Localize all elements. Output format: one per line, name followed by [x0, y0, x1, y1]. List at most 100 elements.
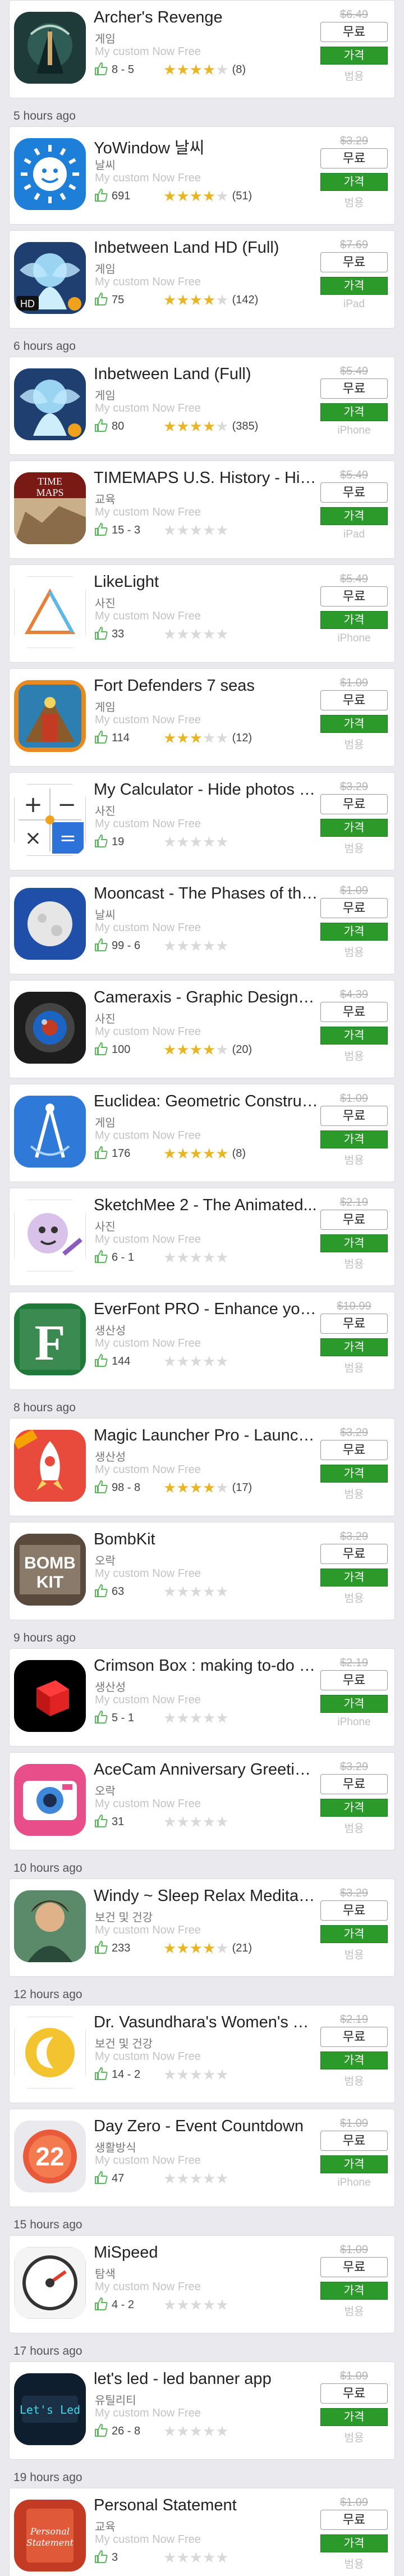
free-button[interactable]: 무료	[320, 1106, 388, 1126]
price-button[interactable]: 가격	[320, 611, 388, 629]
app-title[interactable]: BombKit	[94, 1530, 318, 1549]
free-button[interactable]: 무료	[320, 898, 388, 918]
countdown-22-icon[interactable]: 22	[14, 2121, 86, 2192]
app-card[interactable]: 22 Day Zero - Event Countdown 생활방식 My cu…	[9, 2109, 395, 2207]
free-button[interactable]: 무료	[320, 1544, 388, 1564]
sun-face-icon[interactable]	[14, 138, 86, 210]
free-button[interactable]: 무료	[320, 2383, 388, 2404]
price-button[interactable]: 가격	[320, 1234, 388, 1252]
app-card[interactable]: AceCam Anniversary Greeting... 오락 My cus…	[9, 1752, 395, 1850]
windy-icon[interactable]	[14, 1890, 86, 1962]
free-button[interactable]: 무료	[320, 1670, 388, 1690]
free-button[interactable]: 무료	[320, 22, 388, 42]
price-button[interactable]: 가격	[320, 1925, 388, 1943]
sketch-icon[interactable]	[14, 1200, 86, 1271]
app-card[interactable]: Dr. Vasundhara's Women's Yo... 보건 및 건강 M…	[9, 2005, 395, 2103]
free-button[interactable]: 무료	[320, 586, 388, 607]
app-title[interactable]: Inbetween Land HD (Full)	[94, 239, 318, 257]
free-button[interactable]: 무료	[320, 794, 388, 814]
fairy-icon[interactable]	[14, 368, 86, 440]
app-card[interactable]: Mooncast - The Phases of the... 날씨 My cu…	[9, 876, 395, 974]
camera-lens-icon[interactable]	[14, 992, 86, 1064]
app-card[interactable]: Euclidea: Geometric Construc... 게임 My cu…	[9, 1084, 395, 1182]
app-title[interactable]: MiSpeed	[94, 2244, 318, 2262]
price-button[interactable]: 가격	[320, 715, 388, 733]
rocket-icon[interactable]	[14, 1430, 86, 1502]
app-card[interactable]: Magic Launcher Pro - Launch... 생산성 My cu…	[9, 1418, 395, 1516]
app-title[interactable]: Personal Statement	[94, 2496, 318, 2515]
free-button[interactable]: 무료	[320, 1210, 388, 1230]
free-button[interactable]: 무료	[320, 379, 388, 399]
red-box-icon[interactable]	[14, 1660, 86, 1732]
app-title[interactable]: Fort Defenders 7 seas	[94, 677, 318, 695]
price-button[interactable]: 가격	[320, 1695, 388, 1713]
app-card[interactable]: + − × = My Calculator - Hide photos a... 사진…	[9, 772, 395, 870]
moon-icon[interactable]	[14, 888, 86, 960]
fort-icon[interactable]	[14, 680, 86, 752]
free-button[interactable]: 무료	[320, 1900, 388, 1921]
app-card[interactable]: MiSpeed 탐색 My custom Now Free 4 - 2 ★ ★ ★ ★…	[9, 2235, 395, 2333]
app-card[interactable]: Inbetween Land (Full) 게임 My custom Now F…	[9, 357, 395, 455]
app-title[interactable]: Day Zero - Event Countdown	[94, 2117, 318, 2136]
app-title[interactable]: My Calculator - Hide photos a...	[94, 781, 318, 799]
font-f-icon[interactable]: F	[14, 1303, 86, 1375]
speedometer-icon[interactable]	[14, 2247, 86, 2319]
price-button[interactable]: 가격	[320, 47, 388, 65]
app-title[interactable]: Euclidea: Geometric Construc...	[94, 1092, 318, 1111]
price-button[interactable]: 가격	[320, 2051, 388, 2069]
free-button[interactable]: 무료	[320, 2257, 388, 2277]
app-card[interactable]: YoWindow 날씨 날씨 My custom Now Free 691 ★ ★…	[9, 126, 395, 225]
price-button[interactable]: 가격	[320, 277, 388, 295]
app-card[interactable]: Cameraxis - Graphic Design &... 사진 My cu…	[9, 980, 395, 1078]
free-button[interactable]: 무료	[320, 1002, 388, 1022]
app-title[interactable]: TIMEMAPS U.S. History - Hist...	[94, 469, 318, 487]
price-button[interactable]: 가격	[320, 1465, 388, 1483]
app-card[interactable]: SketchMee 2 - The Animated... 사진 My cust…	[9, 1188, 395, 1286]
app-card[interactable]: TIME MAPS TIMEMAPS U.S. History - Hist...…	[9, 461, 395, 559]
app-title[interactable]: EverFont PRO - Enhance your...	[94, 1300, 318, 1319]
archer-icon[interactable]	[14, 12, 86, 84]
app-card[interactable]: Crimson Box : making to-do li... 생산성 My …	[9, 1648, 395, 1747]
price-button[interactable]: 가격	[320, 403, 388, 421]
price-button[interactable]: 가격	[320, 1799, 388, 1817]
notebook-icon[interactable]: Personal Statement	[14, 2500, 86, 2572]
free-button[interactable]: 무료	[320, 252, 388, 272]
price-button[interactable]: 가격	[320, 1027, 388, 1045]
app-title[interactable]: LikeLight	[94, 573, 318, 591]
app-title[interactable]: Crimson Box : making to-do li...	[94, 1657, 318, 1675]
fairy-hd-icon[interactable]: HD	[14, 242, 86, 314]
free-button[interactable]: 무료	[320, 690, 388, 710]
app-title[interactable]: Magic Launcher Pro - Launch...	[94, 1426, 318, 1445]
free-button[interactable]: 무료	[320, 2510, 388, 2530]
price-button[interactable]: 가격	[320, 819, 388, 837]
app-card[interactable]: Personal Statement Personal Statement 교육 …	[9, 2488, 395, 2576]
price-button[interactable]: 가격	[320, 1130, 388, 1148]
free-button[interactable]: 무료	[320, 482, 388, 503]
app-title[interactable]: SketchMee 2 - The Animated...	[94, 1196, 318, 1215]
triangle-icon[interactable]	[14, 576, 86, 648]
app-card[interactable]: BOMB KIT BombKit 오락 My custom Now Free 63…	[9, 1522, 395, 1620]
bombkit-icon[interactable]: BOMB KIT	[14, 1534, 86, 1606]
app-title[interactable]: AceCam Anniversary Greeting...	[94, 1761, 318, 1779]
app-title[interactable]: Windy ~ Sleep Relax Meditate...	[94, 1887, 318, 1905]
app-title[interactable]: Mooncast - The Phases of the...	[94, 884, 318, 903]
app-card[interactable]: Let's Led let's led - led banner app 유틸리…	[9, 2361, 395, 2460]
price-button[interactable]: 가격	[320, 507, 388, 525]
acecam-icon[interactable]	[14, 1764, 86, 1836]
app-title[interactable]: Archer's Revenge	[94, 8, 318, 27]
app-card[interactable]: F EverFont PRO - Enhance your... 생산성 My …	[9, 1292, 395, 1390]
free-button[interactable]: 무료	[320, 1774, 388, 1794]
price-button[interactable]: 가격	[320, 1338, 388, 1356]
compass-icon[interactable]	[14, 1096, 86, 1168]
price-button[interactable]: 가격	[320, 173, 388, 191]
price-button[interactable]: 가격	[320, 2408, 388, 2426]
app-title[interactable]: YoWindow 날씨	[94, 135, 318, 158]
led-icon[interactable]: Let's Led	[14, 2373, 86, 2445]
app-title[interactable]: Dr. Vasundhara's Women's Yo...	[94, 2013, 318, 2032]
free-button[interactable]: 무료	[320, 1314, 388, 1334]
price-button[interactable]: 가격	[320, 2534, 388, 2552]
app-card[interactable]: Windy ~ Sleep Relax Meditate... 보건 및 건강 …	[9, 1879, 395, 1977]
app-title[interactable]: Cameraxis - Graphic Design &...	[94, 988, 318, 1007]
app-card[interactable]: Archer's Revenge 게임 My custom Now Free 8…	[9, 0, 395, 98]
calculator-icon[interactable]: + − × =	[14, 784, 86, 856]
